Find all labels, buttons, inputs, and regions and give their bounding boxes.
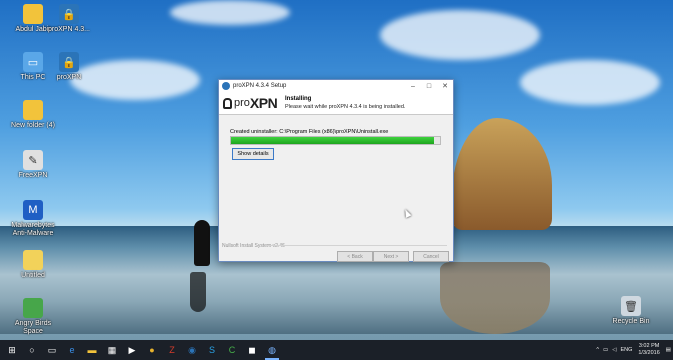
language-indicator[interactable]: ENG	[620, 347, 632, 353]
progress-fill	[231, 137, 434, 144]
media-icon[interactable]: ▶	[122, 340, 142, 360]
runner-reflection	[190, 272, 206, 312]
file-explorer-icon[interactable]: ▬	[82, 340, 102, 360]
taskbar: ⊞ ○ ▭ e ▬ ▦ ▶ ● Z ◉ S C ◼ ◍ ^ ▭ ◁ ENG 3:02 PM 1/3/201…	[0, 340, 673, 360]
volume-icon[interactable]: ◁	[612, 347, 616, 353]
installer-body: Created uninstaller: C:\Program Files (x…	[219, 115, 453, 243]
desktop-icon-angry-birds[interactable]: Angry Birds Space	[11, 298, 55, 336]
maximize-button[interactable]: □	[421, 80, 437, 92]
desktop: Abdul Jabir 🔒 proXPN 4.3... ▭ This PC 🔒 …	[0, 0, 673, 360]
proxpn-taskbar-icon[interactable]: ◍	[262, 340, 282, 360]
proxpn-logo: pro XPN	[223, 95, 283, 111]
network-icon[interactable]: ▭	[603, 347, 608, 353]
app-icon[interactable]: ◉	[182, 340, 202, 360]
page-heading: Installing	[285, 96, 312, 102]
notifications-icon[interactable]: ▤	[666, 347, 671, 353]
progress-bar	[230, 136, 441, 145]
desktop-icon-proxpn[interactable]: 🔒 proXPN	[47, 52, 91, 82]
task-view-icon[interactable]: ▭	[42, 340, 62, 360]
desktop-icon-untitled[interactable]: Untitled	[11, 250, 55, 280]
desktop-icon-proxpn-installer[interactable]: 🔒 proXPN 4.3...	[47, 4, 91, 34]
proxpn-icon	[222, 82, 230, 90]
lock-icon	[223, 97, 232, 109]
user-folder-icon	[23, 4, 43, 24]
document-icon	[23, 250, 43, 270]
close-button[interactable]: ✕	[437, 80, 453, 92]
desktop-icon-label: Malwarebytes Anti-Malware	[11, 222, 55, 237]
desktop-icon-malwarebytes[interactable]: M Malwarebytes Anti-Malware	[11, 200, 55, 238]
rock-reflection	[440, 262, 550, 334]
installer-header: pro XPN Installing Please wait while proX…	[219, 92, 453, 115]
window-title: proXPN 4.3.4 Setup	[233, 83, 287, 89]
start-button[interactable]: ⊞	[2, 340, 22, 360]
desktop-icon-label: Untitled	[21, 272, 45, 279]
cloud	[380, 10, 540, 60]
rock-formation	[452, 118, 552, 230]
clock-date: 1/3/2016	[638, 350, 660, 356]
camtasia-icon[interactable]: C	[222, 340, 242, 360]
page-subheading: Please wait while proXPN 4.3.4 is being …	[285, 104, 406, 110]
store-icon[interactable]: ▦	[102, 340, 122, 360]
skype-icon[interactable]: S	[202, 340, 222, 360]
clock-time: 3:02 PM	[638, 343, 660, 349]
installer-footer: Nullsoft Install System v2.46 < Back Nex…	[219, 242, 453, 262]
desktop-icon-label: proXPN	[56, 74, 82, 81]
edge-icon[interactable]: e	[62, 340, 82, 360]
proxpn-icon: 🔒	[59, 4, 79, 24]
minimize-button[interactable]: –	[405, 80, 421, 92]
runner-silhouette	[194, 220, 210, 266]
feather-icon: ✎	[23, 150, 43, 170]
camtasia-recorder-icon[interactable]: ◼	[242, 340, 262, 360]
filezilla-icon[interactable]: Z	[162, 340, 182, 360]
recycle-bin-icon: 🗑	[621, 296, 641, 316]
next-button[interactable]: Next >	[373, 251, 409, 262]
logo-pro: pro	[234, 97, 250, 109]
desktop-icon-label: FreeXPN	[18, 172, 48, 179]
folder-icon	[23, 100, 43, 120]
search-icon[interactable]: ○	[22, 340, 42, 360]
desktop-icon-label: proXPN 4.3...	[47, 26, 91, 33]
footer-divider	[265, 245, 447, 246]
desktop-icon-label: Recycle Bin	[612, 318, 650, 325]
cloud	[170, 0, 290, 25]
tray-overflow-chevron[interactable]: ^	[596, 347, 599, 353]
clock[interactable]: 3:02 PM 1/3/2016	[638, 343, 659, 357]
window-titlebar[interactable]: proXPN 4.3.4 Setup – □ ✕	[219, 80, 453, 92]
cancel-button[interactable]: Cancel	[413, 251, 449, 262]
desktop-icon-freexpn[interactable]: ✎ FreeXPN	[11, 150, 55, 180]
malwarebytes-icon: M	[23, 200, 43, 220]
back-button[interactable]: < Back	[337, 251, 373, 262]
desktop-icon-new-folder[interactable]: New folder (4)	[11, 100, 55, 130]
show-details-button[interactable]: Show details	[232, 148, 274, 160]
game-icon	[23, 298, 43, 318]
status-text: Created uninstaller: C:\Program Files (x…	[230, 129, 389, 135]
desktop-icon-label: Angry Birds Space	[14, 320, 52, 335]
computer-icon: ▭	[23, 52, 43, 72]
logo-xpn: XPN	[249, 95, 278, 111]
chrome-icon[interactable]: ●	[142, 340, 162, 360]
desktop-icon-recycle-bin[interactable]: 🗑 Recycle Bin	[609, 296, 653, 326]
proxpn-icon: 🔒	[59, 52, 79, 72]
system-tray: ^ ▭ ◁ ENG 3:02 PM 1/3/2016 ▤	[594, 340, 673, 360]
desktop-icon-label: New folder (4)	[11, 122, 55, 129]
cloud	[520, 60, 660, 105]
nsis-brand: Nullsoft Install System v2.46	[222, 243, 285, 249]
installer-window: proXPN 4.3.4 Setup – □ ✕ pro XPN Installi…	[218, 79, 454, 262]
